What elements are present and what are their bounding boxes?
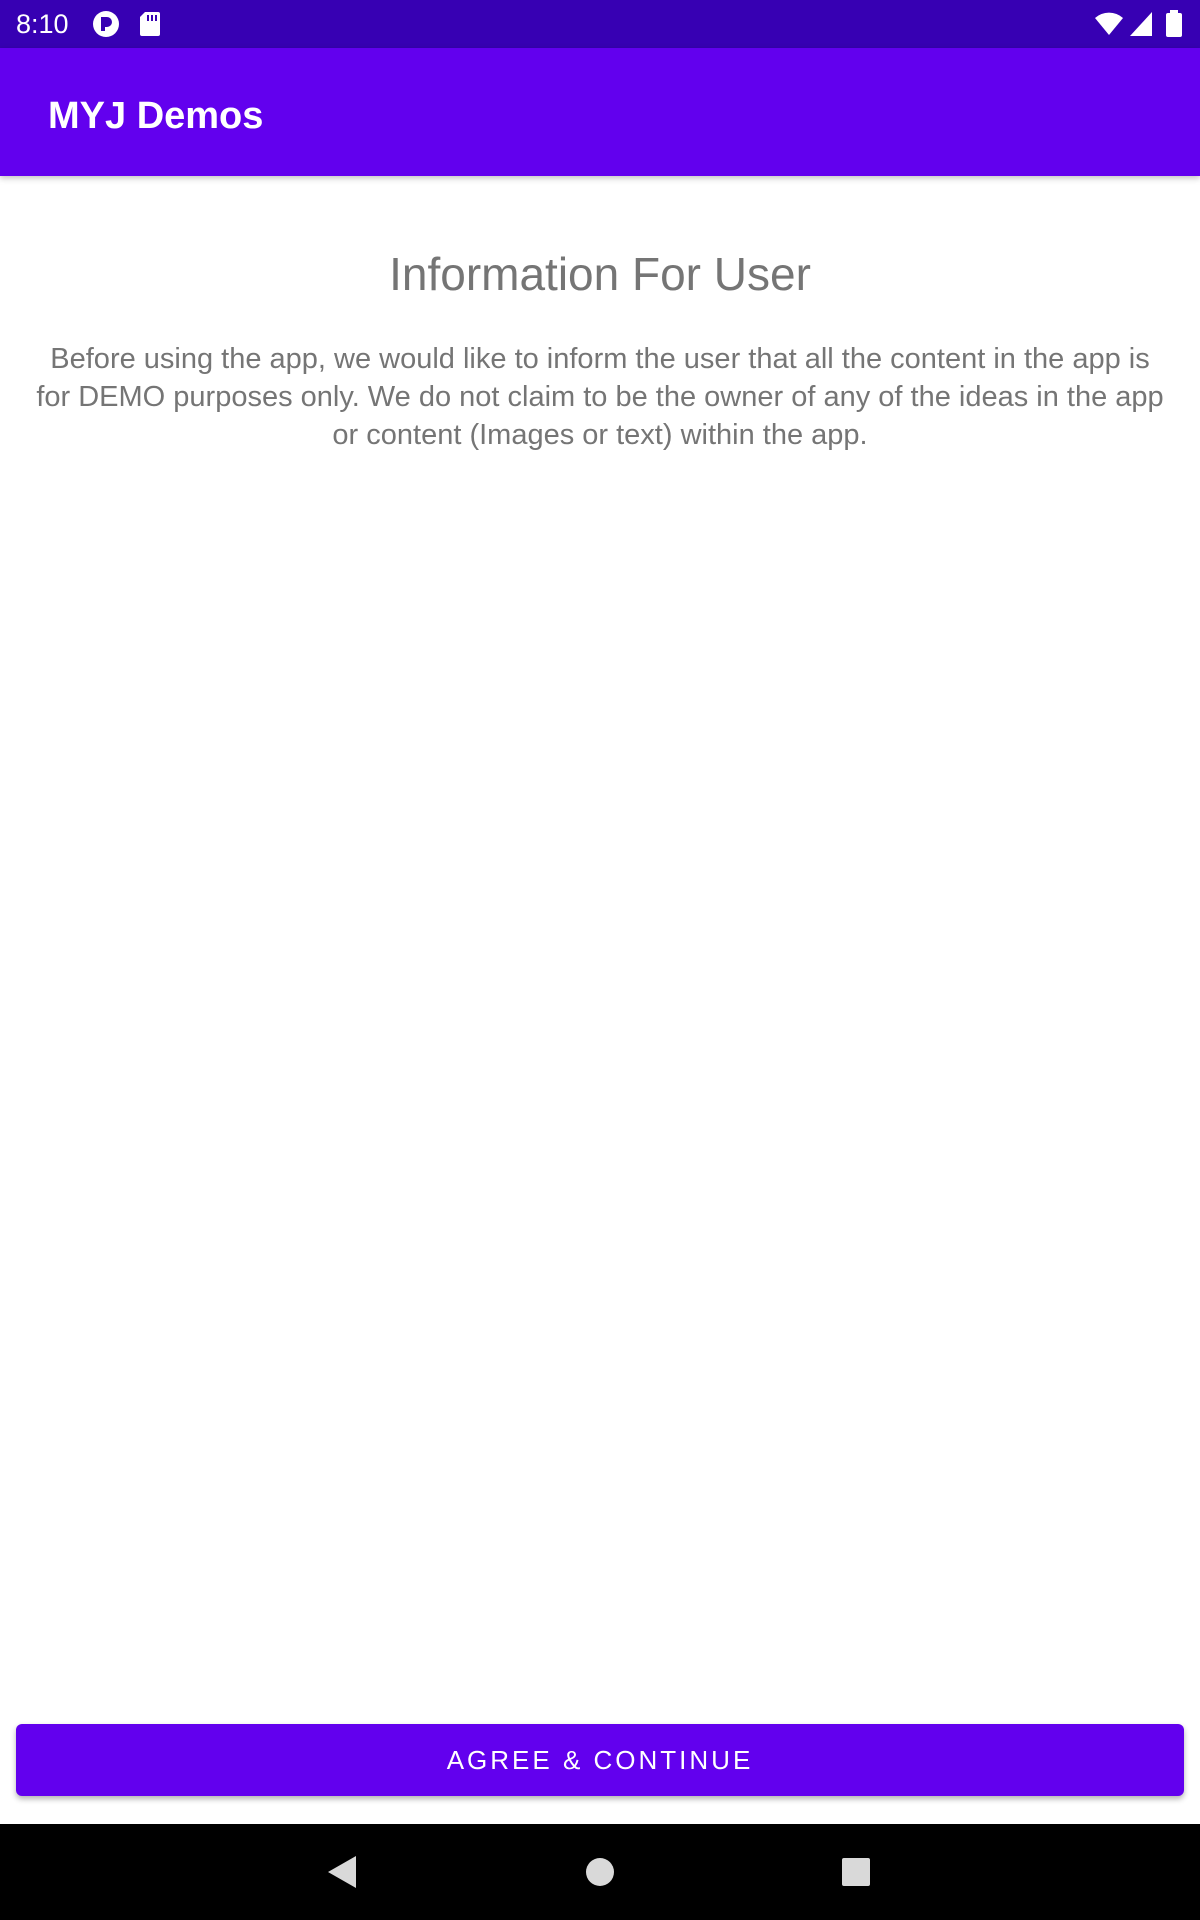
home-icon[interactable] [576,1848,624,1896]
info-heading: Information For User [389,248,811,300]
mobile-data-saver-icon [92,10,120,38]
navigation-bar [0,1824,1200,1920]
battery-icon [1164,9,1184,39]
wifi-icon [1094,9,1124,39]
status-time: 8:10 [16,9,69,39]
signal-icon [1128,9,1158,39]
sd-card-icon [138,10,166,38]
app-title: MYJ Demos [48,95,264,137]
recents-icon[interactable] [832,1848,880,1896]
back-icon[interactable] [318,1848,366,1896]
agree-continue-button[interactable]: AGREE & CONTINUE [16,1724,1184,1796]
app-bar: MYJ Demos [0,48,1200,176]
status-bar: 8:10 [0,0,1200,48]
info-body-text: Before using the app, we would like to i… [36,343,1164,451]
